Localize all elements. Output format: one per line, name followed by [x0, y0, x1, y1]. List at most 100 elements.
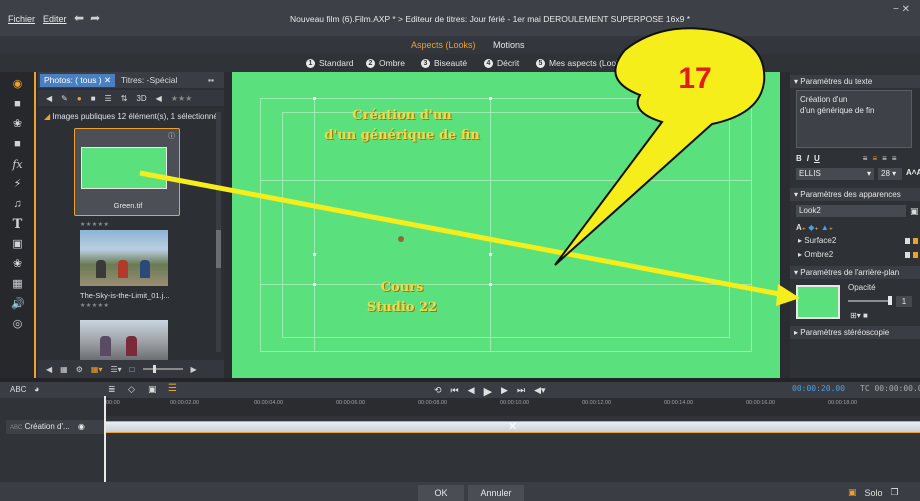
opacity-value[interactable]: 1 [896, 296, 912, 307]
view-mode-icon[interactable]: ▦▾ [91, 365, 103, 374]
look-shadow[interactable]: 2 Ombre [366, 58, 405, 68]
font-size-select[interactable]: 28 ▾ [878, 168, 902, 180]
color-swatch[interactable] [913, 252, 918, 258]
audio-icon[interactable]: 🔊 [11, 298, 25, 311]
tab-looks[interactable]: Aspects (Looks) [411, 40, 476, 50]
transition-icon[interactable]: ⚡ [11, 178, 24, 191]
menu-edit[interactable]: Editer [43, 14, 67, 24]
look-name-field[interactable]: Look2 [796, 205, 906, 217]
look-outline[interactable]: 4 Décrit [484, 58, 519, 68]
library-folder-header[interactable]: ◢ Images publiques 12 élément(s), 1 séle… [44, 112, 218, 121]
grid-icon[interactable]: ▦ [60, 365, 68, 374]
back-icon[interactable]: ◀ [46, 94, 52, 103]
resize-handle[interactable] [489, 283, 492, 286]
effects-icon[interactable]: ❀ [11, 118, 24, 131]
add-layer-icons[interactable]: A₊ ◆₊ ▲₊ [796, 223, 833, 232]
menu-icon[interactable]: ▣ [11, 238, 24, 251]
subtitle-line-2[interactable]: Studio 22 [332, 300, 472, 315]
skip-end-icon[interactable]: ⏭ [517, 385, 525, 398]
zoom-out-icon[interactable]: □ [130, 365, 135, 374]
photo-thumbnail-bikes-2[interactable] [80, 320, 168, 360]
look-bevel[interactable]: 3 Biseauté [421, 58, 467, 68]
library-item-green[interactable]: ⓘ Green.tif [74, 128, 180, 216]
loop-icon[interactable]: ⟲ [434, 385, 442, 398]
layer-shadow[interactable]: ▸ Ombre2 [798, 250, 833, 259]
rating[interactable]: ★★★★★ [80, 221, 109, 228]
titles-icon[interactable]: T [11, 218, 24, 231]
align-icon[interactable]: ≣ [108, 384, 116, 395]
tag-icon[interactable]: ✎ [61, 94, 68, 103]
solo-toggle[interactable]: ▣ Solo ❐ [848, 487, 899, 498]
align-left-icon[interactable]: ≡ [863, 154, 868, 163]
save-icon[interactable]: ▣ [910, 206, 919, 217]
title-line-1[interactable]: Création d'un [332, 108, 472, 123]
bg-params-header[interactable]: ▾ Paramètres de l'arrière-plan [790, 266, 920, 279]
grid-options-icon[interactable]: ⊞▾ ■ [850, 311, 868, 320]
zoom-slider[interactable] [142, 365, 183, 373]
play-icon[interactable]: ▶ [484, 385, 492, 398]
info-icon[interactable]: ⓘ [168, 131, 175, 141]
opacity-slider-handle[interactable] [888, 296, 892, 305]
opacity-slider[interactable] [848, 300, 888, 302]
layers-icon[interactable]: ☰ [168, 383, 177, 394]
track-header[interactable]: ABC Création d'... ◉ [6, 420, 104, 434]
prev-icon[interactable]: ◀ [46, 365, 52, 374]
skip-start-icon[interactable]: ⏮ [451, 385, 459, 398]
media-icon[interactable]: ■ [11, 98, 24, 111]
disc-icon[interactable]: ◎ [11, 318, 24, 331]
filmstrip-icon[interactable]: ▦ [11, 278, 24, 291]
keyframe-icon[interactable]: ✕ [508, 420, 517, 433]
fx-icon[interactable]: fx [11, 158, 24, 171]
step-forward-icon[interactable]: ▶ [501, 385, 508, 398]
layer-surface[interactable]: ▸ Surface2 [798, 236, 836, 245]
title-preview[interactable]: Création d'un d'un générique de fin Cour… [232, 72, 780, 378]
shape-icon[interactable]: ◇ [128, 384, 135, 395]
underline-button[interactable]: U [814, 154, 820, 163]
minimize-icon[interactable]: − ✕ [893, 4, 910, 15]
justify-icon[interactable]: ≡ [892, 154, 897, 163]
list-icon[interactable]: ☰ [105, 94, 112, 103]
redo-icon[interactable]: ➦ [90, 11, 100, 25]
italic-button[interactable]: I [807, 154, 809, 163]
check-icon[interactable]: ● [77, 94, 82, 103]
look-my-looks[interactable]: 5 Mes aspects (Looks) [536, 58, 627, 68]
tab-photos[interactable]: Photos: ( tous ) ✕ [40, 74, 116, 87]
resize-handle[interactable] [489, 253, 492, 256]
resize-handle[interactable] [313, 97, 316, 100]
montage-icon[interactable]: ❀ [11, 258, 24, 271]
cancel-button[interactable]: Annuler [468, 485, 524, 501]
look-standard[interactable]: 1 Standard [306, 58, 354, 68]
current-timecode[interactable]: TC 00:00:00.00 [860, 384, 920, 393]
new-tab-icon[interactable]: ▪▪ [204, 74, 218, 87]
lock-icon[interactable] [905, 238, 910, 244]
image-icon[interactable]: ▣ [148, 384, 157, 395]
library-icon[interactable]: ◉ [11, 78, 24, 91]
tab-titles[interactable]: Titres: -Spécial [117, 74, 181, 87]
folder-icon[interactable]: ■ [91, 94, 96, 103]
timeline-ruler[interactable]: 00:00 00:00:02.00 00:00:04.00 00:00:06.0… [104, 398, 920, 416]
undo-icon[interactable]: ⬅ [74, 11, 84, 25]
font-select[interactable]: ELLIS ▾ [796, 168, 874, 180]
music-icon[interactable]: ♫ [11, 198, 24, 211]
3d-icon[interactable]: 3D [136, 94, 146, 103]
fullscreen-icon[interactable]: ❐ [891, 487, 899, 498]
align-right-icon[interactable]: ≡ [882, 154, 887, 163]
playhead[interactable] [104, 396, 106, 482]
lock-icon[interactable] [905, 252, 910, 258]
resize-handle[interactable] [313, 283, 316, 286]
text-content-field[interactable]: Création d'un d'un générique de fin [796, 90, 912, 148]
appearance-params-header[interactable]: ▾ Paramètres des apparences [790, 188, 920, 201]
sort-icon[interactable]: ⇅ [121, 94, 128, 103]
filter-icon[interactable]: ⚙ [76, 365, 83, 374]
text-params-header[interactable]: ▾ Paramètres du texte [790, 75, 920, 88]
anchor-point[interactable] [398, 236, 404, 242]
library-scrollbar[interactable] [216, 112, 221, 352]
align-center-icon[interactable]: ≡ [872, 154, 877, 163]
scroll-thumb[interactable] [216, 230, 221, 268]
resize-handle[interactable] [313, 253, 316, 256]
color-swatch[interactable] [913, 238, 918, 244]
ok-button[interactable]: OK [418, 485, 464, 501]
font-grow-icon[interactable]: A˄A˅ [906, 168, 920, 180]
tab-motions[interactable]: Motions [493, 40, 525, 50]
menu-file[interactable]: Fichier [8, 14, 35, 24]
